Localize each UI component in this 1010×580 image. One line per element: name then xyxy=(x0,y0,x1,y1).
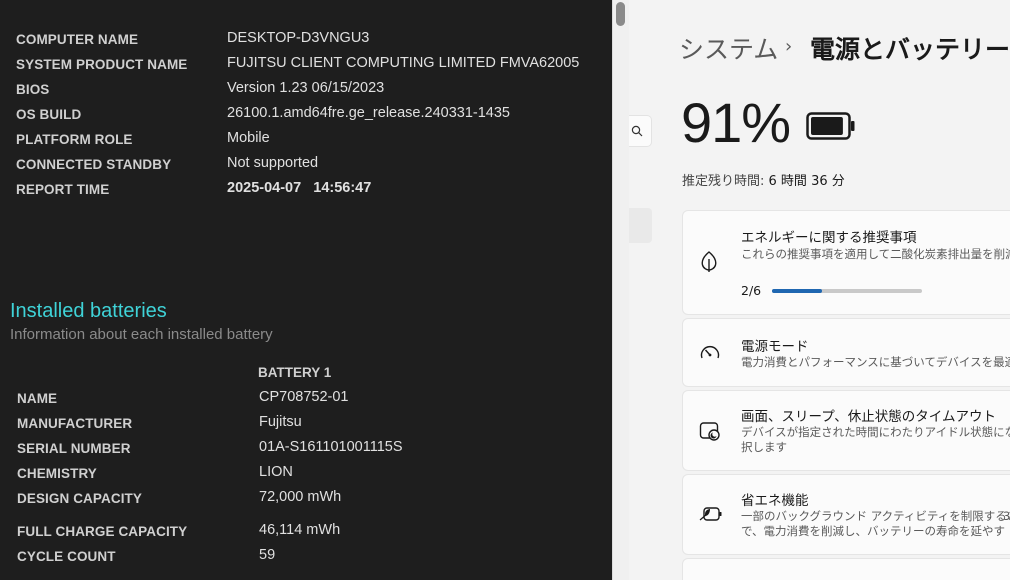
breadcrumb-separator: › xyxy=(785,36,793,57)
installed-batteries-subtitle: Information about each installed battery xyxy=(10,326,273,343)
settings-panel: システム › 電源とバッテリー 91% 推定残り時間: 6 時間 36 分 エネ… xyxy=(629,0,1010,580)
battery-key-full-charge-capacity: FULL CHARGE CAPACITY xyxy=(17,524,188,539)
report-key-connected-standby: CONNECTED STANDBY xyxy=(16,157,172,172)
energy-recommendations-title: エネルギーに関する推奨事項 xyxy=(741,230,917,246)
battery-value-chemistry: LION xyxy=(259,464,293,480)
nav-selected-item[interactable] xyxy=(629,208,652,243)
timeout-desc-line1: デバイスが指定された時間にわたりアイドル状態になった場 xyxy=(741,425,1010,439)
breadcrumb-parent[interactable]: システム xyxy=(679,30,778,66)
gauge-icon xyxy=(700,345,720,359)
battery-value-name: CP708752-01 xyxy=(259,389,349,405)
battery-key-manufacturer: MANUFACTURER xyxy=(17,416,133,431)
battery-value-cycle-count: 59 xyxy=(259,547,276,563)
battery-value-serial: 01A-S161101001115S xyxy=(259,439,403,455)
remaining-time: 推定残り時間: 6 時間 36 分 xyxy=(682,170,845,189)
page-title: 電源とバッテリー xyxy=(810,35,1010,64)
report-value-bios: Version 1.23 06/15/2023 xyxy=(227,80,385,96)
battery-value-design-capacity: 72,000 mWh xyxy=(259,489,342,505)
energy-recommendations-card[interactable]: エネルギーに関する推奨事項 これらの推奨事項を適用して二酸化炭素排出量を削減す … xyxy=(682,210,1010,315)
battery-icon xyxy=(806,112,855,140)
report-value-product-name: FUJITSU CLIENT COMPUTING LIMITED FMVA620… xyxy=(227,55,580,71)
remaining-time-label: 推定残り時間: xyxy=(682,174,765,189)
report-value-os-build: 26100.1.amd64fre.ge_release.240331-1435 xyxy=(227,105,510,121)
timeout-title: 画面、スリープ、休止状態のタイムアウト xyxy=(741,409,997,425)
battery-key-serial: SERIAL NUMBER xyxy=(17,441,131,456)
battery-key-name: NAME xyxy=(17,391,58,406)
energy-saver-desc-line1: 一部のバックグラウンド アクティビティを制限すること xyxy=(741,509,1010,523)
energy-saver-title: 省エネ機能 xyxy=(741,493,809,509)
screen-sleep-icon xyxy=(699,422,720,441)
report-value-platform-role: Mobile xyxy=(227,130,270,146)
battery-value-full-charge-capacity: 46,114 mWh xyxy=(259,522,341,538)
battery-report-panel: COMPUTER NAME DESKTOP-D3VNGU3 SYSTEM PRO… xyxy=(0,0,612,580)
battery-key-cycle-count: CYCLE COUNT xyxy=(17,549,116,564)
energy-saver-desc-line2: で、電力消費を削減し、バッテリーの寿命を延やす xyxy=(741,524,1006,538)
energy-recommendations-desc: これらの推奨事項を適用して二酸化炭素排出量を削減す xyxy=(741,247,1010,261)
battery-key-chemistry: CHEMISTRY xyxy=(17,466,97,481)
installed-batteries-heading: Installed batteries xyxy=(10,300,167,322)
report-key-computer-name: COMPUTER NAME xyxy=(16,32,139,47)
nav-search-box[interactable] xyxy=(629,115,652,147)
report-key-report-time: REPORT TIME xyxy=(16,182,110,197)
report-value-connected-standby: Not supported xyxy=(227,155,319,171)
power-mode-title: 電源モード xyxy=(741,339,809,355)
recommendations-progress-text: 2/6 xyxy=(741,283,762,298)
battery-key-design-capacity: DESIGN CAPACITY xyxy=(17,491,143,506)
report-key-platform-role: PLATFORM ROLE xyxy=(16,132,133,147)
scrollbar-thumb[interactable] xyxy=(616,2,625,26)
remaining-time-value: 6 時間 36 分 xyxy=(768,174,845,189)
recommendations-progress-fill xyxy=(772,289,822,293)
report-key-product-name: SYSTEM PRODUCT NAME xyxy=(16,57,188,72)
timeout-desc-line2: 択します xyxy=(741,440,787,454)
leaf-icon xyxy=(701,251,717,272)
energy-saver-status: 3 xyxy=(1003,509,1010,523)
report-key-os-build: OS BUILD xyxy=(16,107,82,122)
battery-percentage: 91% xyxy=(681,91,791,154)
battery-value-manufacturer: Fujitsu xyxy=(259,414,302,430)
energy-saver-card[interactable]: 省エネ機能 一部のバックグラウンド アクティビティを制限すること で、電力消費を… xyxy=(682,474,1010,555)
screen-sleep-timeout-card[interactable]: 画面、スリープ、休止状態のタイムアウト デバイスが指定された時間にわたりアイドル… xyxy=(682,390,1010,471)
next-settings-card[interactable] xyxy=(682,558,1010,580)
report-value-report-time: 2025-04-07 14:56:47 xyxy=(227,180,372,196)
report-key-bios: BIOS xyxy=(16,82,50,97)
battery-column-header: BATTERY 1 xyxy=(258,365,332,380)
energy-saver-icon xyxy=(699,507,722,521)
search-icon xyxy=(631,125,643,137)
power-mode-card[interactable]: 電源モード 電力消費とパフォーマンスに基づいてデバイスを最適化 xyxy=(682,318,1010,387)
report-value-computer-name: DESKTOP-D3VNGU3 xyxy=(227,30,370,46)
recommendations-progress-bar xyxy=(772,289,922,293)
report-scrollbar[interactable] xyxy=(612,0,630,580)
power-mode-desc: 電力消費とパフォーマンスに基づいてデバイスを最適化 xyxy=(741,355,1010,369)
